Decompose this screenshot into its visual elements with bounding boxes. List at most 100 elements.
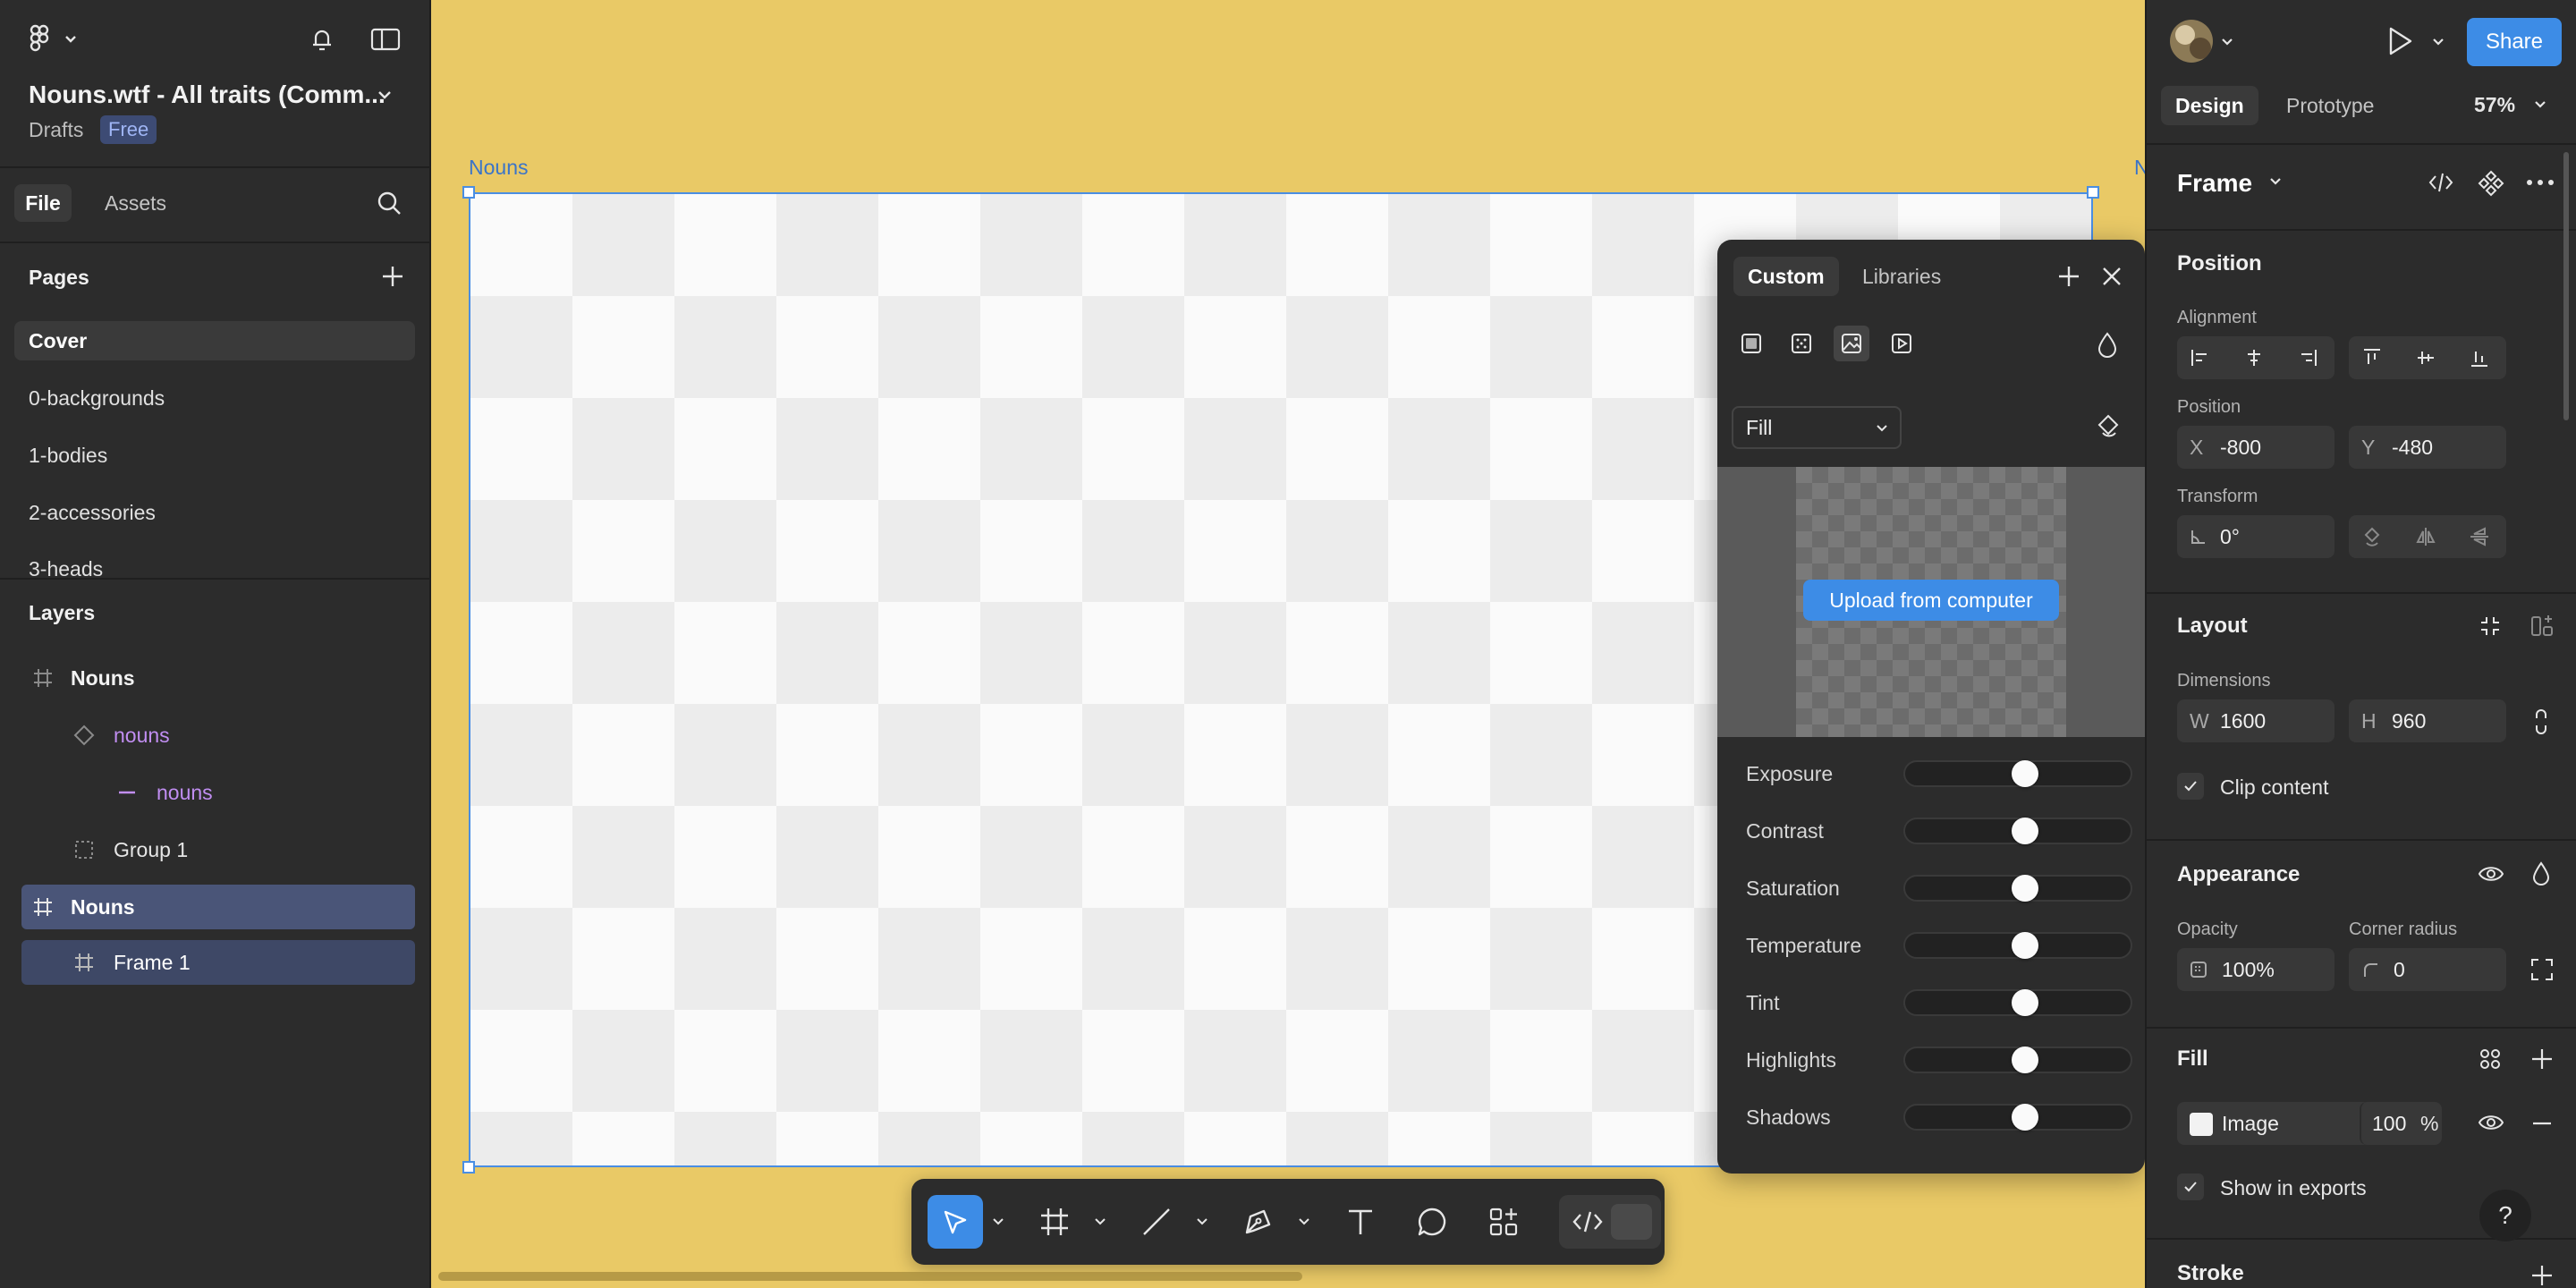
layer-row-selected[interactable]: Nouns: [21, 885, 415, 929]
toggle-sidebar-icon[interactable]: [370, 27, 401, 52]
actions-tool-icon[interactable]: [1487, 1206, 1520, 1238]
corner-radius-field[interactable]: 0: [2349, 948, 2506, 991]
tab-design[interactable]: Design: [2161, 86, 2258, 125]
notifications-bell-icon[interactable]: [308, 25, 336, 54]
add-page-plus-icon[interactable]: [379, 263, 406, 290]
flip-vertical-icon[interactable]: [2469, 526, 2490, 547]
visibility-eye-icon[interactable]: [2478, 862, 2504, 886]
horizontal-scrollbar[interactable]: [438, 1272, 1302, 1281]
share-button[interactable]: Share: [2467, 18, 2562, 66]
resize-handle[interactable]: [462, 186, 475, 199]
constrain-proportions-icon[interactable]: [2533, 708, 2549, 735]
component-icon[interactable]: [2478, 170, 2504, 197]
resize-handle[interactable]: [462, 1161, 475, 1174]
upload-from-computer-button[interactable]: Upload from computer: [1803, 580, 2059, 621]
add-plus-icon[interactable]: [2055, 263, 2082, 290]
adjustment-slider-knob[interactable]: [2012, 989, 2038, 1016]
chevron-down-icon[interactable]: [1094, 1216, 1106, 1227]
fill-visibility-eye-icon[interactable]: [2478, 1111, 2504, 1134]
more-options-icon[interactable]: [2526, 179, 2555, 186]
search-icon[interactable]: [376, 190, 402, 216]
page-item-cover[interactable]: Cover: [14, 321, 415, 360]
height-field[interactable]: H 960: [2349, 699, 2506, 742]
dev-mode-switch[interactable]: [1611, 1204, 1652, 1240]
align-left-icon[interactable]: [2190, 347, 2211, 369]
align-top-icon[interactable]: [2361, 347, 2383, 369]
gradient-fill-type-icon[interactable]: [1784, 326, 1819, 361]
adjustment-slider-knob[interactable]: [2012, 875, 2038, 902]
code-icon[interactable]: [2428, 170, 2454, 195]
rotate-image-icon[interactable]: [2095, 413, 2122, 440]
chevron-down-icon[interactable]: [1298, 1216, 1310, 1227]
align-bottom-icon[interactable]: [2469, 347, 2490, 369]
close-icon[interactable]: [2100, 265, 2123, 288]
chevron-down-icon[interactable]: [2220, 36, 2234, 48]
dev-mode-toggle[interactable]: [1559, 1195, 1661, 1249]
tab-assets[interactable]: Assets: [105, 191, 166, 216]
tab-file[interactable]: File: [14, 184, 72, 222]
panel-scrollbar[interactable]: [2563, 152, 2569, 420]
layer-row[interactable]: nouns: [21, 713, 415, 758]
file-location[interactable]: Drafts: [29, 118, 83, 142]
independent-corners-icon[interactable]: [2529, 957, 2555, 982]
adjustment-slider-knob[interactable]: [2012, 760, 2038, 787]
page-item-accessories[interactable]: 2-accessories: [14, 493, 415, 532]
line-tool-icon[interactable]: [1140, 1206, 1173, 1238]
align-right-icon[interactable]: [2297, 347, 2318, 369]
rotate-90-icon[interactable]: [2361, 526, 2383, 547]
adjustment-slider-knob[interactable]: [2012, 1046, 2038, 1073]
width-field[interactable]: W 1600: [2177, 699, 2334, 742]
text-tool-icon[interactable]: [1344, 1206, 1377, 1238]
show-in-exports-checkbox[interactable]: [2177, 1174, 2204, 1200]
chevron-down-icon[interactable]: [2533, 98, 2547, 111]
clip-content-checkbox[interactable]: [2177, 773, 2204, 800]
selection-type[interactable]: Frame: [2177, 169, 2252, 198]
image-fill-type-icon[interactable]: [1834, 326, 1869, 361]
add-fill-plus-icon[interactable]: [2529, 1046, 2555, 1072]
fill-mode-select[interactable]: Fill: [1732, 406, 1902, 449]
zoom-level[interactable]: 57%: [2474, 93, 2515, 117]
chevron-down-icon[interactable]: [1196, 1216, 1208, 1227]
avatar[interactable]: [2170, 20, 2213, 63]
flip-horizontal-icon[interactable]: [2415, 526, 2436, 547]
resize-handle[interactable]: [2087, 186, 2099, 199]
collapse-layout-icon[interactable]: [2478, 614, 2503, 639]
page-item-backgrounds[interactable]: 0-backgrounds: [14, 378, 415, 418]
file-menu-chevron-icon[interactable]: [376, 86, 394, 104]
frame-name-label[interactable]: Nouns: [469, 156, 528, 180]
chevron-down-icon[interactable]: [2431, 36, 2445, 48]
page-item-heads[interactable]: 3-heads: [14, 549, 415, 576]
blend-mode-drop-icon[interactable]: [2529, 860, 2553, 887]
fill-type-field[interactable]: Image: [2177, 1102, 2376, 1145]
solid-fill-type-icon[interactable]: [1733, 326, 1769, 361]
image-fill-swatch[interactable]: [2190, 1113, 2213, 1136]
figma-menu-button[interactable]: [29, 23, 82, 54]
comment-tool-icon[interactable]: [1416, 1206, 1448, 1238]
adjustment-slider-knob[interactable]: [2012, 818, 2038, 844]
fill-opacity-field[interactable]: 100 %: [2360, 1102, 2442, 1145]
help-button[interactable]: ?: [2479, 1190, 2531, 1241]
frame-tool-icon[interactable]: [1038, 1206, 1071, 1238]
auto-layout-icon[interactable]: [2529, 614, 2555, 639]
pen-tool-icon[interactable]: [1242, 1206, 1275, 1238]
layer-row-selected[interactable]: Frame 1: [21, 940, 415, 985]
add-stroke-plus-icon[interactable]: [2529, 1263, 2555, 1288]
video-fill-type-icon[interactable]: [1884, 326, 1919, 361]
layer-row[interactable]: nouns: [21, 770, 415, 815]
adjustment-slider-knob[interactable]: [2012, 932, 2038, 959]
blend-mode-drop-icon[interactable]: [2095, 331, 2120, 358]
rotation-field[interactable]: 0°: [2177, 515, 2334, 558]
present-play-icon[interactable]: [2385, 25, 2415, 57]
chevron-down-icon[interactable]: [2268, 175, 2283, 188]
tab-libraries[interactable]: Libraries: [1862, 257, 1941, 296]
file-name[interactable]: Nouns.wtf - All traits (Comm...: [29, 80, 386, 109]
align-middle-icon[interactable]: [2415, 347, 2436, 369]
tab-custom[interactable]: Custom: [1733, 257, 1839, 296]
x-position-field[interactable]: X -800: [2177, 426, 2334, 469]
align-center-horizontal-icon[interactable]: [2243, 347, 2265, 369]
tab-prototype[interactable]: Prototype: [2286, 86, 2374, 125]
adjustment-slider-knob[interactable]: [2012, 1104, 2038, 1131]
layer-row[interactable]: Nouns: [21, 656, 415, 700]
page-item-bodies[interactable]: 1-bodies: [14, 436, 415, 475]
chevron-down-icon[interactable]: [992, 1216, 1004, 1227]
